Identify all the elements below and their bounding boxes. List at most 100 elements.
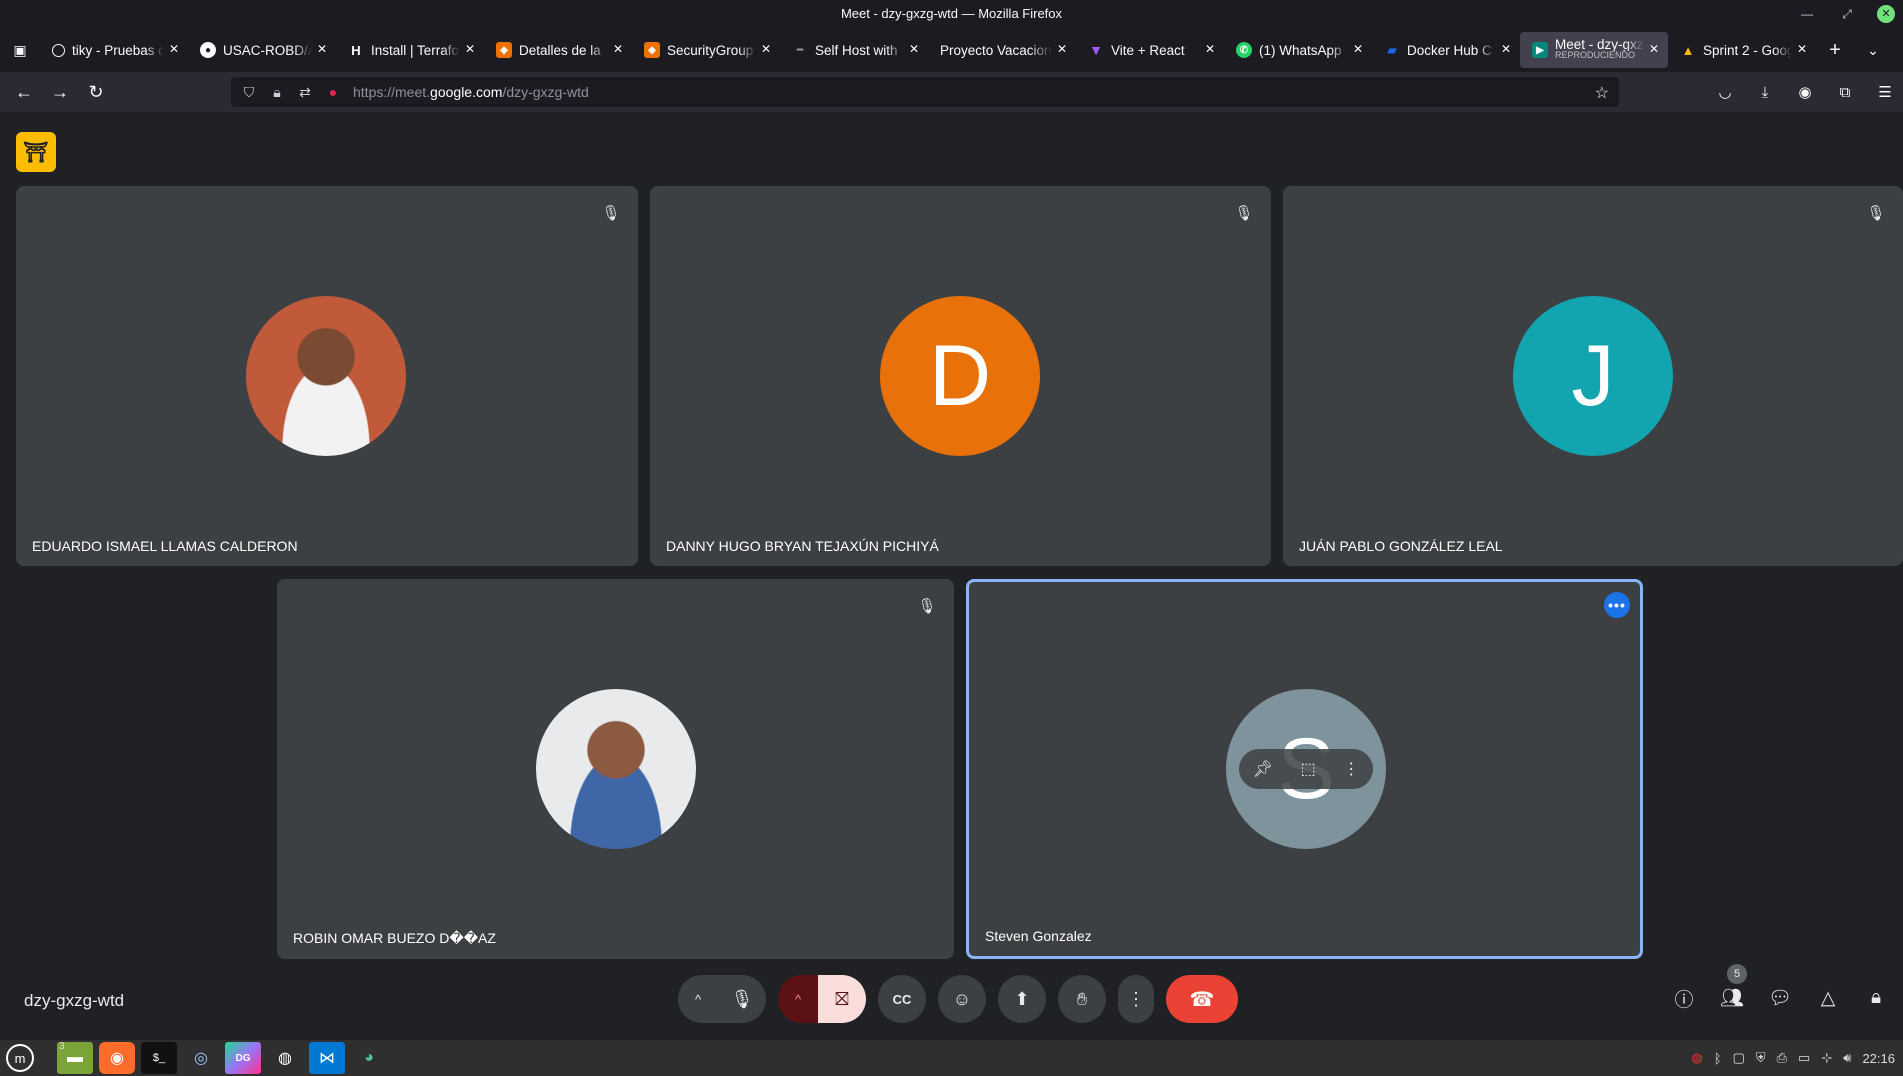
close-tab-icon[interactable]: ✕ [906, 41, 922, 57]
account-icon[interactable]: ◉ [1787, 76, 1823, 108]
close-tab-icon[interactable]: ✕ [1350, 41, 1366, 57]
clock[interactable]: 22:16 [1862, 1051, 1895, 1066]
window-title: Meet - dzy-gxzg-wtd — Mozilla Firefox [840, 6, 1063, 21]
back-icon[interactable]: ← [6, 76, 42, 108]
people-icon[interactable]: 👥︎ 5 [1715, 964, 1749, 1016]
obs-icon[interactable]: ◍ [267, 1042, 303, 1074]
shield-icon[interactable]: ⛉ [241, 84, 257, 101]
vscode-icon[interactable]: ⋈ [309, 1042, 345, 1074]
close-tab-icon[interactable]: ✕ [1202, 41, 1218, 57]
more-vert-icon[interactable]: ⋮ [1343, 759, 1359, 779]
tab-vite[interactable]: ▼ Vite + React ✕ [1076, 32, 1224, 68]
tab-drive[interactable]: ▲ Sprint 2 - Goog ✕ [1668, 32, 1816, 68]
pgadmin-icon[interactable]: ◎ [183, 1042, 219, 1074]
minimize-icon[interactable]: — [1797, 0, 1817, 28]
permissions-icon[interactable]: ⇄ [297, 84, 313, 101]
close-tab-icon[interactable]: ✕ [1498, 41, 1514, 57]
meeting-info-icon[interactable]: ⓘ [1667, 980, 1701, 1016]
close-tab-icon[interactable]: ✕ [1054, 41, 1070, 57]
exit-fullscreen-door-icon[interactable]: ⛩ [16, 132, 56, 172]
participant-tile[interactable]: 🎙︎ EDUARDO ISMAEL LLAMAS CALDERON [16, 186, 638, 566]
present-screen-icon[interactable]: ⬆ [998, 975, 1046, 1023]
datagrip-icon[interactable]: DG [225, 1042, 261, 1074]
microphone-sharing-icon[interactable]: ● [325, 84, 341, 100]
url-bar[interactable]: ⛉ 🔒︎ ⇄ ● https://meet.google.com/dzy-gxz… [231, 77, 1619, 107]
host-controls-icon[interactable]: 🔒︎ [1859, 980, 1893, 1016]
emoji-icon[interactable]: ☺ [938, 975, 986, 1023]
clipboard-icon[interactable]: ▢ [1733, 1050, 1745, 1066]
window-count: 3 [59, 1041, 65, 1052]
forward-icon[interactable]: → [42, 76, 78, 108]
mic-muted-icon: 🎙︎ [1866, 205, 1886, 222]
tab-strip: ▣ tiky - Pruebas de ✕ ● USAC-ROBD/A ✕ H … [0, 28, 1903, 72]
tab-title: Proyecto Vacacion [940, 42, 1052, 58]
camera-off-icon[interactable]: ⛝ [818, 975, 866, 1023]
participant-tile-self[interactable]: ••• S 📌︎ ⬚ ⋮ Steven Gonzalez [966, 579, 1643, 959]
tab-aws-details[interactable]: ◈ Detalles de la ✕ [484, 32, 632, 68]
tab-docker[interactable]: ▰ Docker Hub C ✕ [1372, 32, 1520, 68]
close-tab-icon[interactable]: ✕ [462, 41, 478, 57]
pocket-icon[interactable]: ◡ [1707, 76, 1743, 108]
close-tab-icon[interactable]: ✕ [758, 41, 774, 57]
audio-settings-chevron-icon[interactable]: ^ [678, 975, 718, 1023]
captions-icon[interactable]: CC [878, 975, 926, 1023]
network-icon[interactable]: ⊹ [1821, 1050, 1832, 1066]
more-options-vert-icon[interactable]: ⋮ [1118, 975, 1154, 1023]
maximize-icon[interactable]: ⤢ [1837, 0, 1857, 28]
extensions-icon[interactable]: ⧉ [1827, 76, 1863, 108]
url-prefix: https://meet. [353, 84, 431, 100]
mic-icon[interactable]: 🎙︎ [718, 975, 766, 1023]
tab-tiky[interactable]: tiky - Pruebas de ✕ [40, 32, 188, 68]
tab-meet[interactable]: ▶ Meet - dzy-gxzg REPRODUCIENDO ✕ [1520, 32, 1668, 68]
window-titlebar: Meet - dzy-gxzg-wtd — Mozilla Firefox — … [0, 0, 1903, 28]
participant-name: JUÁN PABLO GONZÁLEZ LEAL [1299, 538, 1503, 554]
obs-tray-icon[interactable]: ◍ [1691, 1050, 1702, 1066]
reload-icon[interactable]: ↻ [78, 76, 114, 108]
close-tab-icon[interactable]: ✕ [314, 41, 330, 57]
list-tabs-icon[interactable]: ⌄ [1854, 42, 1892, 59]
raise-hand-icon[interactable]: ✋︎ [1058, 975, 1106, 1023]
bluetooth-icon[interactable]: ᛒ [1714, 1051, 1722, 1066]
url-text[interactable]: https://meet.google.com/dzy-gxzg-wtd [353, 84, 589, 100]
participant-tile[interactable]: 🎙︎ ROBIN OMAR BUEZO D��AZ [277, 579, 954, 959]
activities-icon[interactable]: △ [1811, 980, 1845, 1016]
url-domain: google.com [430, 84, 503, 100]
bookmark-star-icon[interactable]: ☆ [1595, 83, 1609, 103]
pin-icon[interactable]: 📌︎ [1253, 759, 1273, 779]
close-tab-icon[interactable]: ✕ [166, 41, 182, 57]
battery-icon[interactable]: ▭ [1798, 1050, 1810, 1066]
firefox-icon[interactable]: ◉ [99, 1042, 135, 1074]
lock-icon[interactable]: 🔒︎ [269, 84, 285, 101]
close-tab-icon[interactable]: ✕ [610, 41, 626, 57]
tab-terraform[interactable]: H Install | Terraform ✕ [336, 32, 484, 68]
chat-icon[interactable]: 💬︎ [1763, 980, 1797, 1016]
shield-update-icon[interactable]: ⛨ [1756, 1050, 1766, 1066]
tab-securitygroup[interactable]: ◈ SecurityGroup ✕ [632, 32, 780, 68]
participant-tile[interactable]: 🎙︎ D DANNY HUGO BRYAN TEJAXÚN PICHIYÁ [650, 186, 1271, 566]
tab-self-host[interactable]: ━ Self Host with ✕ [780, 32, 928, 68]
navigation-toolbar: ← → ↻ ⛉ 🔒︎ ⇄ ● https://meet.google.com/d… [0, 72, 1903, 112]
printer-icon[interactable]: ⎙ [1777, 1050, 1787, 1066]
more-options-icon[interactable]: ••• [1604, 592, 1630, 618]
end-call-icon[interactable]: ☎︎ [1166, 975, 1238, 1023]
tab-github[interactable]: ● USAC-ROBD/A ✕ [188, 32, 336, 68]
terminal-icon[interactable]: $_ [141, 1042, 177, 1074]
tab-whatsapp[interactable]: ✆ (1) WhatsApp ✕ [1224, 32, 1372, 68]
tab-title: tiky - Pruebas de [72, 42, 164, 58]
menu-icon[interactable]: ☰ [1867, 76, 1903, 108]
tab-proyecto[interactable]: Proyecto Vacacion ✕ [928, 32, 1076, 68]
new-tab-icon[interactable]: + [1816, 39, 1854, 62]
files-folder-icon[interactable]: 3 ▬ [57, 1041, 93, 1074]
url-path: /dzy-gxzg-wtd [502, 84, 589, 100]
close-window-icon[interactable]: ✕ [1877, 5, 1895, 23]
downloads-icon[interactable]: ⤓ [1747, 76, 1783, 108]
volume-icon[interactable]: 🔊︎ [1843, 1050, 1851, 1066]
close-tab-icon[interactable]: ✕ [1646, 41, 1662, 57]
participant-tile[interactable]: 🎙︎ J JUÁN PABLO GONZÁLEZ LEAL [1283, 186, 1903, 566]
world-globe-icon[interactable]: ◕ [351, 1042, 387, 1074]
close-tab-icon[interactable]: ✕ [1794, 41, 1810, 57]
firefox-view-icon[interactable]: ▣ [0, 42, 40, 59]
mint-menu-icon[interactable]: m [6, 1044, 34, 1072]
frame-icon[interactable]: ⬚ [1301, 759, 1316, 779]
video-settings-chevron-icon[interactable]: ^ [778, 975, 818, 1023]
